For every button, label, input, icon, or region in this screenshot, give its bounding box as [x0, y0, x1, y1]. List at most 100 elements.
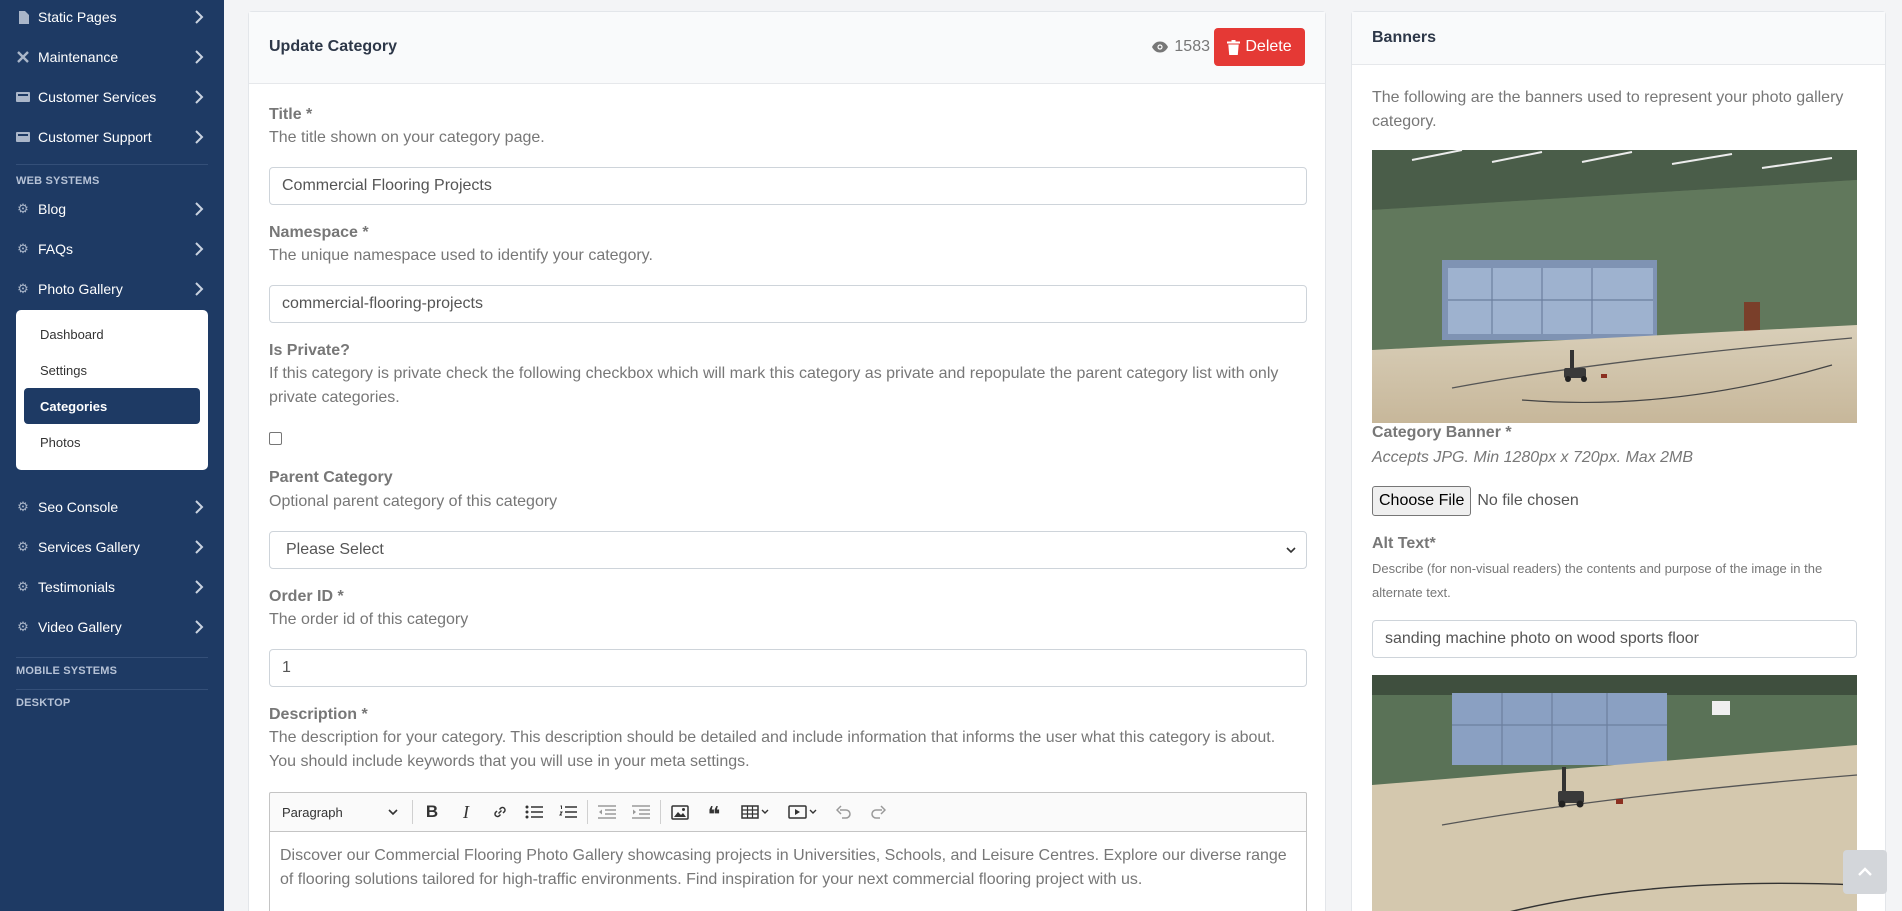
block-quote-button[interactable]: ❝	[697, 792, 731, 832]
bulleted-list-button[interactable]	[517, 792, 551, 832]
keyboard-icon	[16, 130, 30, 144]
undo-button[interactable]	[827, 792, 861, 832]
sidebar-item-label: FAQs	[38, 241, 74, 257]
chevron-right-icon	[195, 620, 204, 634]
category-banner-help: Accepts JPG. Min 1280px x 720px. Max 2MB	[1372, 449, 1694, 466]
sidebar-item-static-pages[interactable]: Static Pages	[0, 0, 224, 35]
tools-icon	[16, 50, 30, 64]
sidebar-item-seo-console[interactable]: ⚙ Seo Console	[0, 489, 224, 525]
gear-icon: ⚙	[17, 499, 29, 514]
section-divider	[16, 164, 208, 165]
sidebar-item-label: Video Gallery	[38, 619, 122, 635]
link-button[interactable]	[483, 792, 517, 832]
numbered-list-button[interactable]	[551, 792, 585, 832]
chevron-right-icon	[195, 282, 204, 296]
gear-icon: ⚙	[17, 281, 29, 296]
chevron-down-icon	[388, 809, 398, 816]
description-help-line-2: You should include keywords that you wil…	[269, 753, 750, 770]
undo-icon	[836, 805, 851, 819]
sidebar-item-customer-services[interactable]: Customer Services	[0, 79, 224, 115]
sidebar-item-label: Testimonials	[38, 579, 116, 595]
sidebar-item-maintenance[interactable]: Maintenance	[0, 39, 224, 75]
insert-table-button[interactable]	[731, 792, 779, 832]
eye-icon	[1152, 41, 1169, 53]
outdent-icon	[598, 805, 616, 819]
document-icon	[16, 10, 30, 24]
sidebar-item-services-gallery[interactable]: ⚙ Services Gallery	[0, 529, 224, 565]
chevron-right-icon	[195, 580, 204, 594]
gear-icon: ⚙	[17, 619, 29, 634]
chevron-right-icon	[195, 500, 204, 514]
is-private-checkbox[interactable]	[269, 432, 282, 445]
is-private-label: Is Private?	[269, 342, 350, 359]
indent-button[interactable]	[624, 792, 658, 832]
alt-text-input[interactable]: sanding machine photo on wood sports flo…	[1372, 620, 1857, 658]
insert-image-button[interactable]	[663, 792, 697, 832]
chevron-up-icon	[1858, 867, 1872, 876]
order-id-label: Order ID *	[269, 588, 344, 605]
submenu-item-photos[interactable]: Photos	[24, 424, 200, 460]
sidebar-item-photo-gallery[interactable]: ⚙ Photo Gallery	[0, 271, 224, 307]
namespace-input[interactable]: commercial-flooring-projects	[269, 285, 1307, 323]
sidebar-item-testimonials[interactable]: ⚙ Testimonials	[0, 569, 224, 605]
scroll-to-top-button[interactable]	[1843, 850, 1887, 894]
chevron-right-icon	[195, 242, 204, 256]
parent-category-selected: Please Select	[286, 541, 384, 558]
is-private-help-line-1: If this category is private check the fo…	[269, 365, 1279, 382]
sidebar-item-label: Maintenance	[38, 49, 119, 65]
banners-intro-line-1: The following are the banners used to re…	[1372, 89, 1844, 106]
alt-text-help-line-1: Describe (for non-visual readers) the co…	[1372, 561, 1823, 576]
category-banner-image	[1372, 150, 1857, 423]
chevron-right-icon	[195, 540, 204, 554]
outdent-button[interactable]	[590, 792, 624, 832]
sidebar-item-video-gallery[interactable]: ⚙ Video Gallery	[0, 609, 224, 645]
toolbar-separator	[660, 800, 661, 824]
bold-button[interactable]: B	[415, 792, 449, 832]
gear-icon: ⚙	[17, 201, 29, 216]
category-banner-file-input[interactable]: Choose File No file chosen	[1372, 486, 1579, 516]
sidebar-item-label: Services Gallery	[38, 539, 140, 555]
delete-button[interactable]: Delete	[1214, 28, 1305, 66]
paragraph-format-dropdown[interactable]: Paragraph	[270, 792, 410, 832]
sidebar-item-label: Static Pages	[38, 9, 117, 25]
sidebar-item-label: Seo Console	[38, 499, 119, 515]
parent-category-select[interactable]: Please Select	[269, 531, 1307, 569]
bulleted-list-icon	[525, 805, 543, 819]
order-id-input[interactable]: 1	[269, 649, 1307, 687]
sidebar-item-faqs[interactable]: ⚙ FAQs	[0, 231, 224, 267]
editor-toolbar: Paragraph B I ❝	[269, 792, 1307, 832]
keyboard-icon	[16, 90, 30, 104]
chevron-right-icon	[195, 130, 204, 144]
chevron-down-icon	[1286, 547, 1296, 554]
banners-title: Banners	[1372, 29, 1437, 46]
italic-button[interactable]: I	[449, 792, 483, 832]
photo-gallery-submenu: Dashboard Settings Categories Photos	[16, 310, 208, 470]
banners-header: Banners	[1352, 12, 1885, 65]
insert-media-button[interactable]	[779, 792, 827, 832]
submenu-item-dashboard[interactable]: Dashboard	[24, 316, 200, 352]
italic-icon: I	[463, 801, 469, 822]
redo-button[interactable]	[861, 792, 895, 832]
choose-file-button[interactable]: Choose File	[1372, 486, 1472, 516]
image-icon	[671, 804, 689, 820]
parent-category-label: Parent Category	[269, 469, 393, 486]
submenu-item-settings[interactable]: Settings	[24, 352, 200, 388]
sidebar-item-label: Customer Support	[38, 129, 152, 145]
trash-icon	[1227, 39, 1241, 55]
description-editor[interactable]: Discover our Commercial Flooring Photo G…	[269, 831, 1307, 911]
gear-icon: ⚙	[17, 539, 29, 554]
banner-preview-image	[1372, 675, 1857, 911]
section-label-web-systems: WEB SYSTEMS	[16, 175, 100, 187]
submenu-item-categories[interactable]: Categories	[24, 388, 200, 424]
sidebar-item-customer-support[interactable]: Customer Support	[0, 119, 224, 155]
bold-icon: B	[425, 802, 439, 821]
sidebar-item-blog[interactable]: ⚙ Blog	[0, 191, 224, 227]
page-title: Update Category	[269, 38, 398, 55]
chevron-right-icon	[195, 50, 204, 64]
section-divider	[16, 689, 208, 690]
is-private-help-line-2: private categories.	[269, 389, 400, 406]
gear-icon: ⚙	[17, 241, 29, 256]
order-id-help: The order id of this category	[269, 611, 469, 628]
title-input[interactable]: Commercial Flooring Projects	[269, 167, 1307, 205]
chevron-right-icon	[195, 202, 204, 216]
